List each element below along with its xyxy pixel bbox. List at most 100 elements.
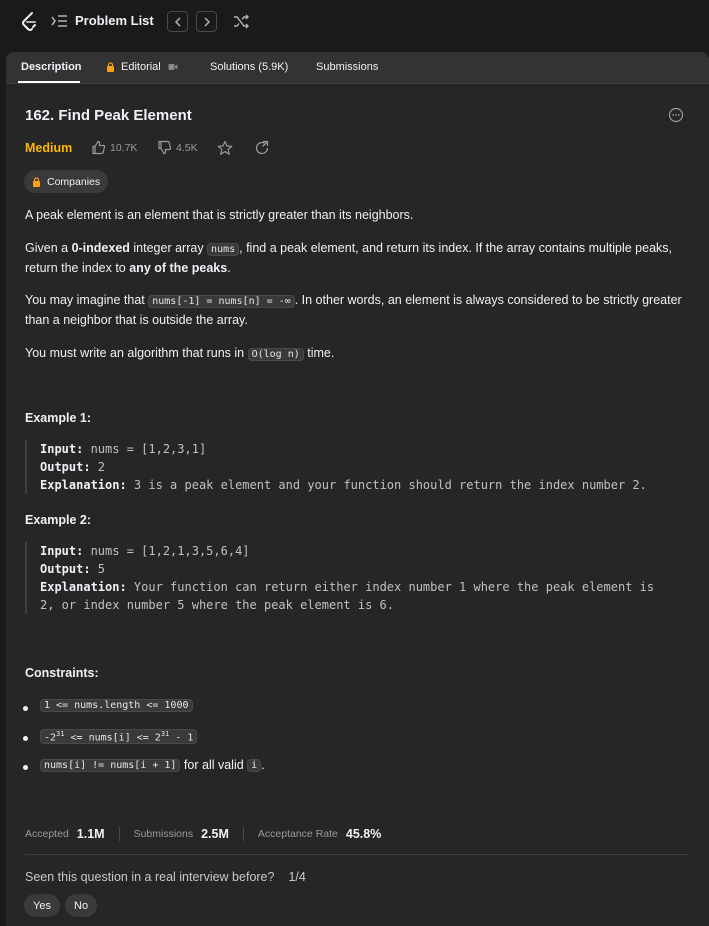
interview-count: 1/4 — [288, 870, 306, 884]
next-problem-button[interactable] — [196, 11, 217, 32]
chevron-left-icon — [174, 16, 181, 27]
logo-icon[interactable] — [19, 11, 39, 33]
text: Given a — [25, 241, 72, 255]
description-panel: Description Editorial Solutions (5.9K) S… — [6, 52, 709, 926]
example-2-block: Input: nums = [1,2,1,3,5,6,4] Output: 5 … — [25, 542, 695, 614]
interview-question: Seen this question in a real interview b… — [25, 870, 306, 884]
description-paragraph-4: You must write an algorithm that runs in… — [25, 344, 685, 364]
text: for all valid — [180, 758, 248, 772]
inline-code: nums[-1] = nums[n] = -∞ — [148, 295, 295, 308]
input-value: nums = [1,2,3,1] — [83, 442, 207, 456]
divider — [118, 827, 120, 841]
shuffle-icon[interactable] — [233, 13, 250, 30]
description-paragraph-3: You may imagine that nums[-1] = nums[n] … — [25, 291, 685, 330]
inline-code: nums — [207, 243, 240, 256]
top-bar: Problem List — [0, 0, 709, 44]
text: integer array — [129, 241, 208, 255]
difficulty-badge: Medium — [25, 141, 73, 155]
companies-tag[interactable]: Companies — [24, 170, 109, 193]
example-explanation-continued: 2, or index number 5 where the peak elem… — [40, 598, 395, 612]
constraint-2: -231 <= nums[i] <= 231 - 1 — [40, 729, 198, 745]
dislike-count: 4.5K — [176, 141, 198, 154]
text: You must write an algorithm that runs in — [25, 346, 248, 360]
lock-icon — [33, 176, 40, 187]
bullet — [23, 765, 28, 770]
submissions-value: 2.5M — [201, 827, 229, 841]
tab-submissions[interactable]: Submissions — [316, 61, 378, 73]
text: . — [227, 261, 231, 275]
example-1-heading: Example 1: — [25, 411, 92, 425]
explanation-value: 3 is a peak element and your function sh… — [126, 478, 647, 492]
divider — [25, 854, 688, 855]
output-label: Output: — [40, 562, 91, 576]
like-count: 10.7K — [110, 141, 138, 154]
dislike-button[interactable]: 4.5K — [157, 140, 198, 155]
thumbs-up-icon — [92, 140, 106, 155]
example-explanation: Explanation: 3 is a peak element and you… — [40, 476, 695, 494]
accepted-label: Accepted — [25, 828, 69, 840]
constraints-heading: Constraints: — [25, 666, 99, 680]
tab-solutions[interactable]: Solutions (5.9K) — [210, 61, 288, 73]
accepted-value: 1.1M — [76, 827, 105, 841]
like-button[interactable]: 10.7K — [91, 140, 137, 155]
example-output: Output: 5 — [40, 560, 695, 578]
bullet — [23, 706, 28, 711]
more-options-icon[interactable] — [668, 107, 684, 123]
input-label: Input: — [40, 442, 84, 456]
constraint-1: 1 <= nums.length <= 1000 — [40, 699, 193, 712]
no-button[interactable]: No — [65, 894, 98, 917]
share-icon[interactable] — [254, 140, 270, 156]
code-text: -2 — [44, 732, 57, 744]
stats-row: Accepted 1.1M Submissions 2.5M Acceptance … — [25, 827, 381, 841]
example-explanation: Explanation: Your function can return ei… — [40, 578, 695, 596]
explanation-label: Explanation: — [40, 580, 127, 594]
problem-list-icon[interactable] — [51, 13, 68, 29]
thumbs-down-icon — [158, 140, 172, 155]
inline-code: i — [247, 758, 262, 772]
description-paragraph-1: A peak element is an element that is str… — [25, 208, 414, 222]
inline-code: O(log n) — [247, 348, 304, 361]
text: . — [261, 758, 265, 772]
active-tab-indicator — [18, 81, 80, 83]
yes-button[interactable]: Yes — [24, 894, 60, 917]
example-2-heading: Example 2: — [25, 513, 92, 527]
input-label: Input: — [40, 544, 84, 558]
constraint-3: nums[i] != nums[i + 1] for all valid i. — [40, 758, 265, 772]
explanation-value: Your function can return either index nu… — [126, 580, 655, 594]
tab-editorial[interactable]: Editorial — [106, 61, 178, 73]
exponent: 31 — [160, 730, 170, 738]
problem-list-title[interactable]: Problem List — [75, 13, 154, 28]
tab-submissions-label: Submissions — [316, 61, 379, 73]
companies-label: Companies — [47, 175, 101, 188]
inline-code: nums[i] != nums[i + 1] — [40, 758, 181, 772]
example-output: Output: 2 — [40, 458, 695, 476]
output-value: 2 — [90, 460, 106, 474]
video-icon — [168, 64, 178, 70]
star-icon[interactable] — [217, 140, 233, 156]
explanation-label: Explanation: — [40, 478, 127, 492]
bold-text: any of the peaks — [129, 261, 228, 275]
tab-solutions-label: Solutions (5.9K) — [210, 61, 289, 73]
output-value: 5 — [90, 562, 106, 576]
acceptance-rate-label: Acceptance Rate — [257, 828, 338, 840]
tab-description[interactable]: Description — [21, 61, 82, 73]
inline-code: 1 <= nums.length <= 1000 — [40, 699, 193, 712]
problem-title[interactable]: 162. Find Peak Element — [25, 107, 192, 124]
divider — [242, 827, 244, 841]
description-paragraph-2: Given a 0-indexed integer array nums, fi… — [25, 239, 685, 278]
tab-bar: Description Editorial Solutions (5.9K) S… — [6, 52, 709, 84]
code-text: <= nums[i] <= 2 — [64, 732, 161, 744]
example-input: Input: nums = [1,2,1,3,5,6,4] — [40, 542, 695, 560]
example-1-block: Input: nums = [1,2,3,1] Output: 2 Explan… — [25, 440, 695, 494]
acceptance-rate-value: 45.8% — [345, 827, 382, 841]
code-text: - 1 — [169, 732, 194, 744]
submissions-label: Submissions — [133, 828, 194, 840]
bold-text: 0-indexed — [71, 241, 130, 255]
lock-icon — [107, 62, 114, 72]
bullet — [23, 736, 28, 741]
inline-code: -231 <= nums[i] <= 231 - 1 — [40, 729, 198, 745]
text: time. — [303, 346, 335, 360]
output-label: Output: — [40, 460, 91, 474]
prev-problem-button[interactable] — [167, 11, 188, 32]
chevron-right-icon — [203, 16, 210, 27]
